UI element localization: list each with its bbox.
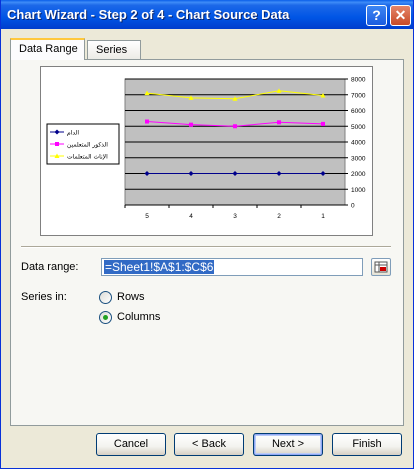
back-prefix: < (192, 438, 202, 450)
chart-wizard-dialog: Chart Wizard - Step 2 of 4 - Chart Sourc… (0, 0, 414, 469)
series-point (145, 119, 149, 124)
x-tick-label: 4 (189, 213, 193, 220)
data-range-label: Data range: (21, 261, 79, 273)
y-tick-label: 2000 (351, 171, 366, 178)
y-tick-label: 8000 (351, 77, 366, 84)
legend-marker (55, 142, 59, 146)
next-suffix: > (294, 438, 305, 450)
y-tick-label: 6000 (351, 108, 366, 115)
series-point (189, 122, 193, 127)
columns-radio[interactable] (99, 311, 112, 324)
tab-series[interactable]: Series (87, 40, 141, 59)
y-tick-label: 3000 (351, 155, 366, 162)
rows-radio[interactable] (99, 291, 112, 304)
collapse-dialog-button[interactable] (371, 258, 391, 276)
legend-label: الذكور المتعلمين (67, 142, 108, 149)
tab-strip: Data Range Series (10, 38, 404, 60)
rows-label[interactable]: Rows (117, 291, 145, 303)
title-bar[interactable]: Chart Wizard - Step 2 of 4 - Chart Sourc… (1, 0, 413, 29)
next-label: Next (271, 438, 295, 450)
y-tick-label: 0 (351, 203, 355, 210)
x-tick-label: 2 (277, 213, 281, 220)
y-tick-label: 4000 (351, 140, 366, 147)
legend-label: الدام (67, 130, 79, 137)
series-point (321, 121, 325, 126)
next-button[interactable]: Next > (253, 433, 323, 456)
separator (21, 246, 391, 248)
legend-label: الإناث المتعلمات (67, 154, 108, 161)
help-button[interactable]: ? (366, 5, 387, 26)
radio-selected-dot (103, 315, 108, 320)
x-tick-label: 1 (321, 213, 325, 220)
close-button[interactable]: ✕ (390, 5, 411, 26)
collapse-dialog-icon (374, 261, 388, 273)
window-title: Chart Wizard - Step 2 of 4 - Chart Sourc… (7, 7, 290, 22)
series-point (233, 124, 237, 129)
y-tick-label: 1000 (351, 187, 366, 194)
back-label: Back (201, 438, 226, 450)
columns-label[interactable]: Columns (117, 311, 160, 323)
chart-preview: 0 1000 2000 3000 4000 5000 6000 7000 8000 5 4 3 2 1 ال… (40, 66, 373, 236)
chart-preview-svg: 0 1000 2000 3000 4000 5000 6000 7000 8000 5 4 3 2 1 ال… (46, 77, 366, 220)
x-tick-label: 3 (233, 213, 237, 220)
data-range-input[interactable]: =Sheet1!$A$1:$C$6 (101, 258, 363, 276)
y-tick-label: 5000 (351, 124, 366, 131)
series-in-label: Series in: (21, 291, 67, 303)
finish-button[interactable]: Finish (332, 433, 402, 456)
cancel-button[interactable]: Cancel (96, 433, 166, 456)
x-tick-label: 5 (145, 213, 149, 220)
series-point (277, 120, 281, 125)
data-range-value: =Sheet1!$A$1:$C$6 (104, 260, 215, 274)
y-tick-label: 7000 (351, 92, 366, 99)
back-button[interactable]: < Back (174, 433, 244, 456)
data-range-panel: 0 1000 2000 3000 4000 5000 6000 7000 8000 5 4 3 2 1 ال… (10, 59, 404, 426)
tab-data-range[interactable]: Data Range (10, 38, 85, 60)
